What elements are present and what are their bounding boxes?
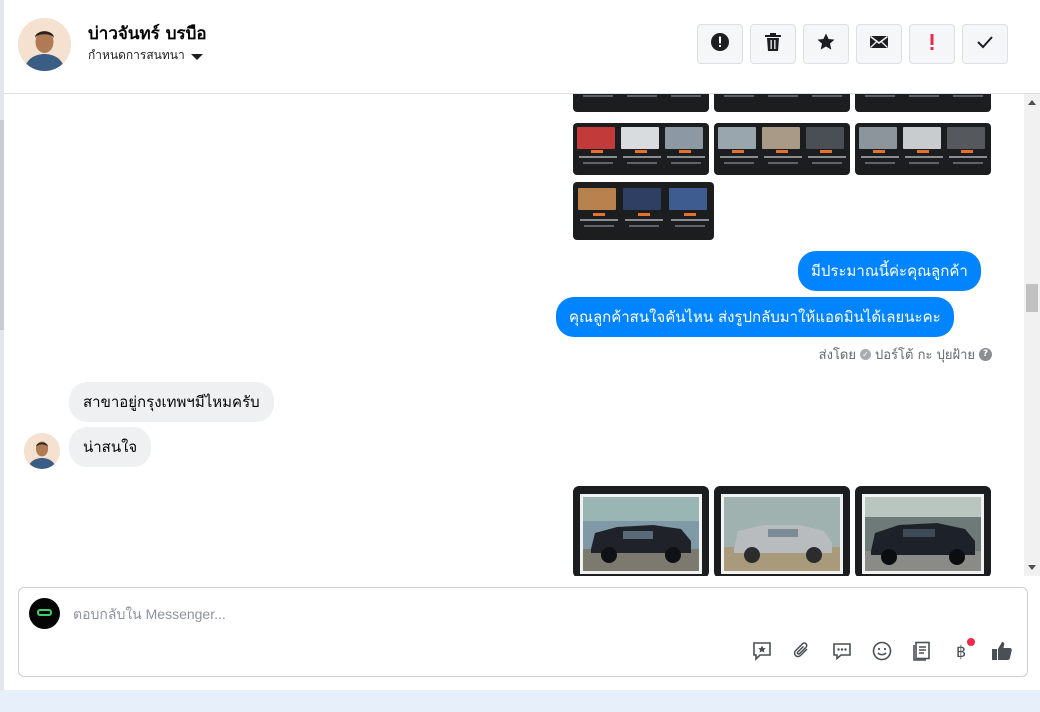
bottom-bar: [0, 690, 1040, 712]
car-listing-image[interactable]: [573, 182, 714, 240]
chat-scroll-thumb[interactable]: [1026, 284, 1038, 312]
reply-composer: ฿: [18, 587, 1028, 677]
notes-button[interactable]: [909, 640, 935, 666]
thumbs-up-icon: [990, 639, 1014, 667]
delete-button[interactable]: [750, 24, 796, 64]
scroll-down-icon[interactable]: [1028, 565, 1036, 570]
reply-input[interactable]: [73, 604, 673, 624]
like-button[interactable]: [989, 640, 1015, 666]
car-listing-image[interactable]: [714, 94, 850, 112]
star-icon: [816, 32, 836, 56]
outgoing-message[interactable]: มีประมาณนี้ค่ะคุณลูกค้า: [798, 251, 981, 291]
car-listing-image[interactable]: [573, 94, 709, 112]
attachment-button[interactable]: [789, 640, 815, 666]
contact-avatar-small[interactable]: [24, 433, 60, 469]
red-exclamation-icon: [928, 32, 936, 56]
car-listing-image[interactable]: [714, 123, 850, 175]
conversation-toolbar: [697, 24, 1008, 64]
trash-icon: [764, 32, 782, 56]
attachment-icon: [791, 640, 813, 666]
svg-text:฿: ฿: [956, 642, 966, 661]
caret-down-icon: [190, 53, 203, 60]
mark-done-button[interactable]: [962, 24, 1008, 64]
incoming-message[interactable]: น่าสนใจ: [69, 427, 152, 467]
notification-dot: [967, 638, 975, 646]
chat-scrollbar[interactable]: [1024, 94, 1040, 576]
follow-up-button[interactable]: [909, 24, 955, 64]
conversation-header: บ่าวจันทร์ บรบือ กำหนดการสนทนา: [4, 0, 1040, 94]
exclamation-circle-icon: [710, 32, 730, 56]
saved-reply-button[interactable]: [749, 640, 775, 666]
saved-reply-icon: [751, 640, 773, 666]
incoming-message[interactable]: สาขาอยู่กรุงเทพฯมีไหมครับ: [69, 382, 274, 422]
envelope-icon: [869, 34, 889, 54]
sent-by-name: ปอร์โต้ กะ ปุยฝ้าย: [875, 348, 975, 363]
composer-toolbar: ฿: [749, 638, 1015, 666]
comment-icon: [831, 640, 853, 666]
sent-by-prefix: ส่งโดย: [818, 348, 856, 363]
contact-name[interactable]: บ่าวจันทร์ บรบือ: [88, 20, 207, 47]
report-spam-button[interactable]: [697, 24, 743, 64]
emoji-icon: [871, 640, 893, 666]
message-thread[interactable]: มีประมาณนี้ค่ะคุณลูกค้า คุณลูกค้าสนใจคัน…: [4, 94, 1024, 576]
star-button[interactable]: [803, 24, 849, 64]
assign-label: กำหนดการสนทนา: [88, 48, 185, 62]
assign-conversation-dropdown[interactable]: กำหนดการสนทนา: [88, 46, 203, 65]
contact-avatar[interactable]: [18, 18, 71, 71]
comment-button[interactable]: [829, 640, 855, 666]
car-photo[interactable]: [855, 486, 991, 576]
page-logo-icon: [37, 609, 52, 616]
messenger-inbox: บ่าวจันทร์ บรบือ กำหนดการสนทนา มีประมาณน…: [0, 0, 1040, 712]
check-circle-icon: ✓: [860, 349, 871, 360]
sent-by-info: ส่งโดย ✓ ปอร์โต้ กะ ปุยฝ้าย ?: [819, 344, 992, 365]
outgoing-message[interactable]: คุณลูกค้าสนใจคันไหน ส่งรูปกลับมาให้แอดมิ…: [556, 297, 954, 337]
mark-unread-button[interactable]: [856, 24, 902, 64]
car-listing-image[interactable]: [573, 123, 709, 175]
scroll-up-icon[interactable]: [1028, 100, 1036, 105]
car-listing-image[interactable]: [855, 94, 991, 112]
car-listing-image[interactable]: [855, 123, 991, 175]
notes-icon: [911, 640, 933, 666]
checkmark-icon: [975, 34, 995, 54]
emoji-button[interactable]: [869, 640, 895, 666]
help-icon[interactable]: ?: [979, 348, 992, 361]
payment-button[interactable]: ฿: [949, 638, 975, 666]
car-photo[interactable]: [573, 486, 709, 576]
page-avatar: [29, 598, 60, 629]
car-photo[interactable]: [714, 486, 850, 576]
